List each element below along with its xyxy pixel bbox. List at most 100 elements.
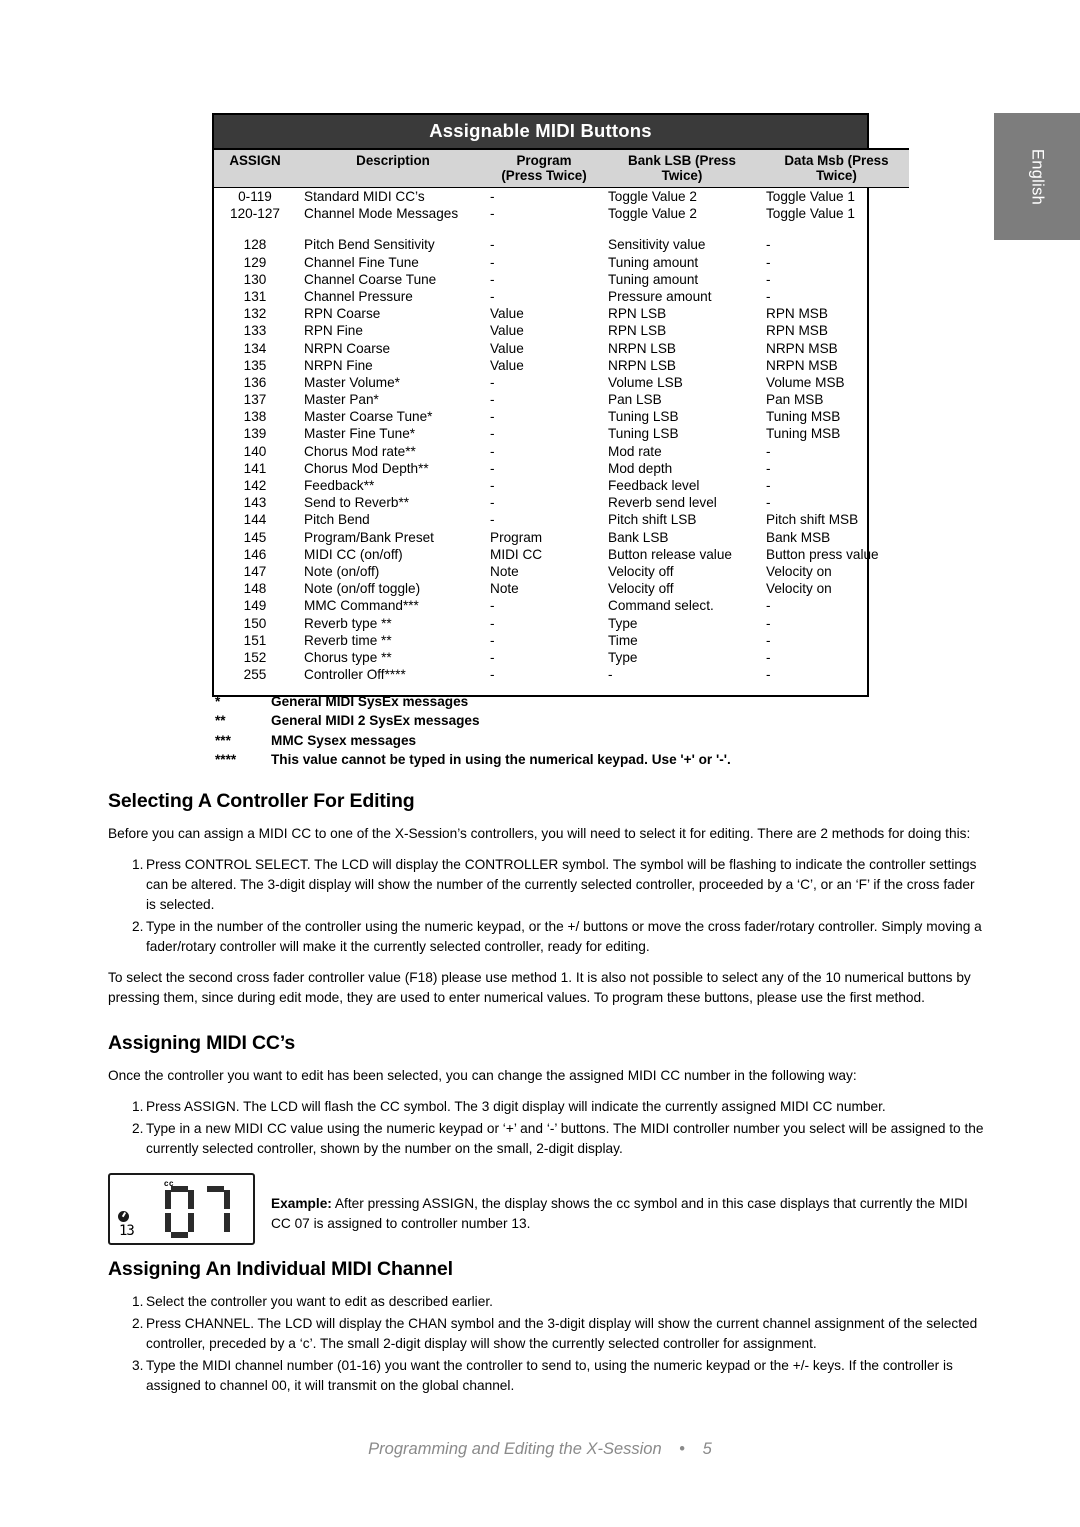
- list-item-text: Select the controller you want to edit a…: [146, 1294, 493, 1309]
- cell-data-msb: -: [766, 667, 771, 683]
- segment-c: [188, 1213, 194, 1232]
- cell-description: Feedback**: [304, 478, 375, 493]
- cell-description: Pitch Bend: [304, 512, 370, 528]
- table-row: 129 Channel Fine Tune - Tuning amount -: [214, 254, 909, 271]
- cell-assign: 151: [243, 632, 267, 648]
- segment-e: [201, 1213, 207, 1232]
- language-tab-label: English: [1028, 148, 1047, 205]
- table-row: 148 Note (on/off toggle) Note Velocity off V…: [214, 580, 909, 597]
- page-number: 5: [702, 1440, 712, 1458]
- cell-description: Chorus Mod Depth**: [304, 460, 429, 476]
- cell-assign: 135: [243, 357, 267, 373]
- footnote-text: MMC Sysex messages: [271, 732, 417, 748]
- cell-description: RPN Fine: [304, 323, 363, 339]
- footer-title: Programming and Editing the X-Session: [368, 1440, 662, 1458]
- table-row: 144 Pitch Bend - Pitch shift LSB Pitch shift…: [214, 511, 909, 528]
- cell-bank-lsb: Tuning LSB: [608, 409, 679, 425]
- cell-bank-lsb: Button release value: [608, 546, 732, 562]
- cell-assign: 150: [243, 615, 267, 631]
- list-item-number: 1.: [132, 1294, 144, 1309]
- table-row: 139 Master Fine Tune* - Tuning LSB Tuning MS…: [214, 425, 909, 442]
- table-body-spacer: [214, 222, 909, 236]
- table-row: 134 NRPN Coarse Value NRPN LSB NRPN MSB: [214, 340, 909, 357]
- cell-assign: 143: [243, 495, 267, 511]
- seven-segment-digit-7: [201, 1186, 230, 1238]
- column-header-program: Program (Press Twice): [484, 148, 600, 188]
- cell-program: -: [490, 409, 495, 425]
- midi-table: ASSIGN Description Program (Press Twice)…: [214, 148, 909, 695]
- cell-program: -: [490, 237, 495, 253]
- cell-program: Program: [490, 529, 543, 545]
- list-item: 1. Select the controller you want to edit…: [108, 1292, 988, 1312]
- table-row: 135 NRPN Fine Value NRPN LSB NRPN MSB: [214, 357, 909, 374]
- table-row: 131 Channel Pressure - Pressure amount -: [214, 288, 909, 305]
- cell-bank-lsb: Tuning amount: [608, 271, 699, 287]
- cell-description: Master Pan*: [304, 392, 379, 408]
- cell-bank-lsb: Type: [608, 649, 638, 665]
- table-row: 152 Chorus type ** - Type -: [214, 649, 909, 666]
- segment-d: [207, 1232, 224, 1238]
- steps-assigning-midi-channel: 1. Select the controller you want to edit…: [108, 1292, 988, 1396]
- cell-assign: 129: [243, 254, 267, 270]
- cell-data-msb: -: [766, 649, 771, 665]
- cell-data-msb: Velocity on: [766, 563, 832, 579]
- cell-assign: 128: [243, 237, 267, 253]
- table-row: 150 Reverb type ** - Type -: [214, 615, 909, 632]
- cell-data-msb: -: [766, 495, 771, 511]
- cell-assign: 130: [243, 271, 267, 287]
- lcd-display-graphic: cc 13: [108, 1173, 255, 1245]
- paragraph-selecting-outro: To select the second cross fader control…: [108, 970, 971, 1005]
- cell-program: -: [490, 271, 495, 287]
- cell-bank-lsb: Volume LSB: [608, 374, 683, 390]
- list-item-text: Type the MIDI channel number (01-16) you…: [146, 1358, 953, 1393]
- cell-assign: 139: [243, 426, 267, 442]
- segment-b: [188, 1190, 194, 1209]
- table-row: 132 RPN Coarse Value RPN LSB RPN MSB: [214, 305, 909, 322]
- list-item-text: Type in a new MIDI CC value using the nu…: [146, 1121, 984, 1156]
- table-row: 0-119 Standard MIDI CC’s - Toggle Value 2 To…: [214, 188, 909, 206]
- footnote-text: General MIDI SysEx messages: [271, 694, 469, 709]
- cell-description: Chorus Mod rate**: [304, 443, 416, 459]
- cell-bank-lsb: Command select.: [608, 598, 714, 614]
- table-title: Assignable MIDI Buttons: [214, 115, 867, 148]
- language-tab: English: [994, 113, 1080, 240]
- cell-assign: 255: [243, 667, 267, 683]
- cell-data-msb: Pitch shift MSB: [766, 512, 859, 528]
- table-header-row: ASSIGN Description Program (Press Twice)…: [214, 148, 909, 188]
- cell-data-msb: NRPN MSB: [766, 357, 838, 373]
- cell-bank-lsb: RPN LSB: [608, 306, 667, 322]
- cell-description: MMC Command***: [304, 598, 419, 614]
- cell-assign: 132: [243, 306, 267, 322]
- cell-assign: 145: [243, 529, 267, 545]
- segment-f: [165, 1190, 171, 1209]
- table-row: 140 Chorus Mod rate** - Mod rate -: [214, 443, 909, 460]
- example-block: cc 13 Example: After pressing ASSIGN, th…: [108, 1173, 988, 1245]
- cell-program: Note: [490, 563, 519, 579]
- cell-description: MIDI CC (on/off): [304, 546, 403, 562]
- knob-indicator-icon: [118, 1211, 129, 1222]
- cell-description: Note (on/off toggle): [304, 581, 421, 597]
- cell-description: Pitch Bend Sensitivity: [304, 237, 435, 253]
- cell-bank-lsb: Velocity off: [608, 581, 674, 597]
- table-row: 137 Master Pan* - Pan LSB Pan MSB: [214, 391, 909, 408]
- cell-description: Master Volume*: [304, 374, 400, 390]
- cell-program: Note: [490, 581, 519, 597]
- cell-description: Send to Reverb**: [304, 495, 410, 511]
- heading-selecting-controller: Selecting A Controller For Editing: [108, 790, 415, 812]
- example-body: After pressing ASSIGN, the display shows…: [271, 1196, 968, 1231]
- cell-description: RPN Coarse: [304, 306, 381, 322]
- table-head: ASSIGN Description Program (Press Twice)…: [214, 148, 909, 188]
- table-body-group-2: 128 Pitch Bend Sensitivity - Sensitivity va…: [214, 236, 909, 683]
- heading-assigning-midi-channel: Assigning An Individual MIDI Channel: [108, 1258, 453, 1280]
- list-item-text: Press CONTROL SELECT. The LCD will displ…: [146, 857, 977, 912]
- table-row: 130 Channel Coarse Tune - Tuning amount -: [214, 271, 909, 288]
- column-header-program-line1: Program: [516, 153, 572, 168]
- lcd-small-2digit-value: 13: [119, 1223, 135, 1239]
- table-row: 136 Master Volume* - Volume LSB Volume MSB: [214, 374, 909, 391]
- segment-f: [201, 1190, 207, 1209]
- cell-bank-lsb: Toggle Value 2: [608, 189, 697, 204]
- cell-assign: 144: [243, 512, 267, 528]
- cell-bank-lsb: Toggle Value 2: [608, 206, 697, 222]
- list-item-number: 1.: [132, 857, 144, 872]
- table-row: 142 Feedback** - Feedback level -: [214, 477, 909, 494]
